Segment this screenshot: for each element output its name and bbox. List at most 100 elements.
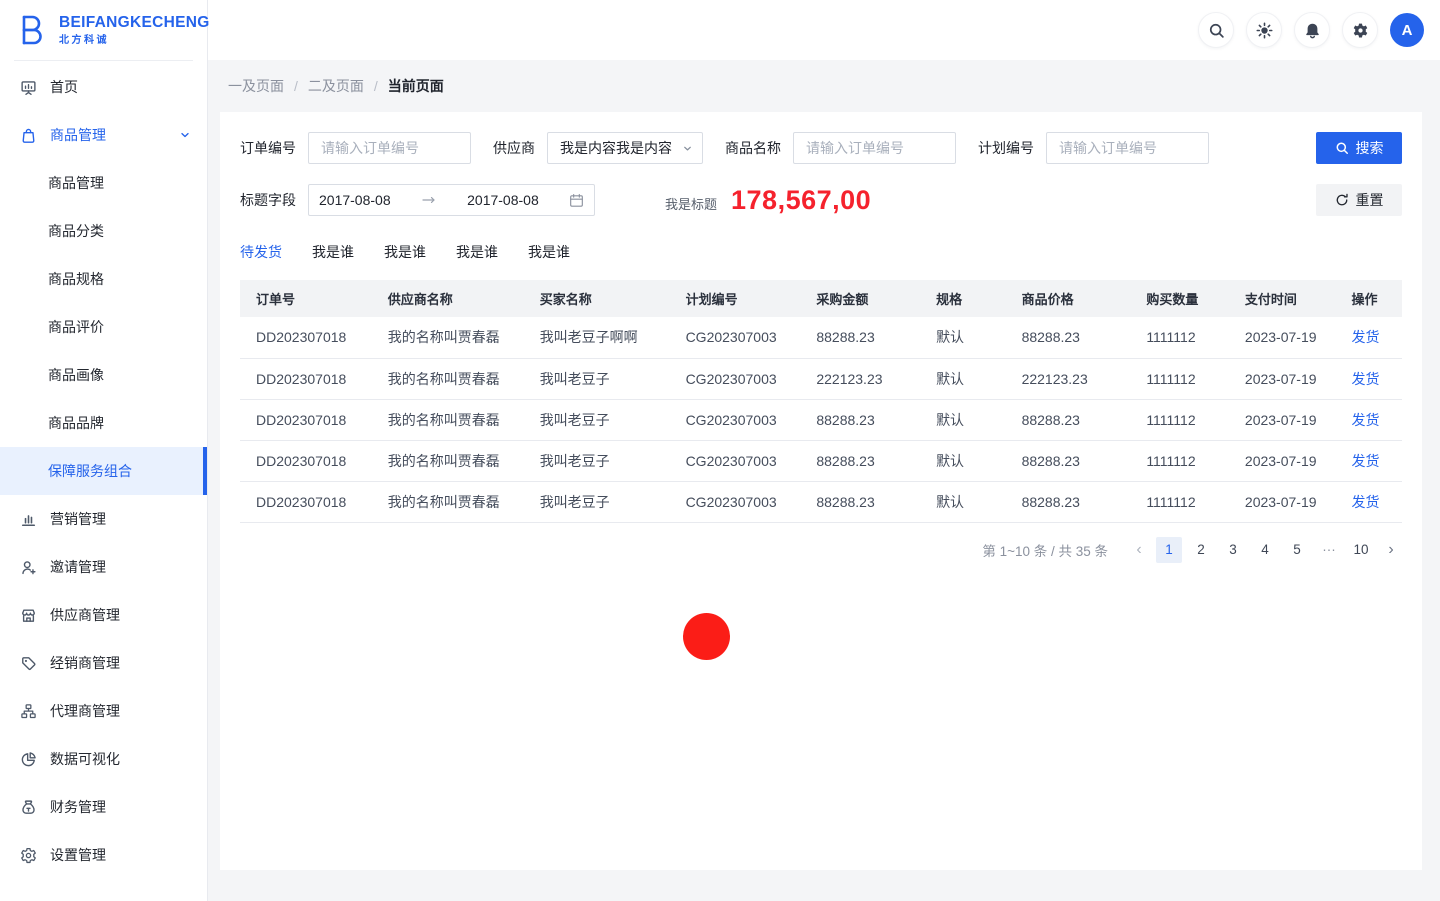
tab-4[interactable]: 我是谁 [528, 242, 570, 262]
plan-no-input[interactable] [1046, 132, 1209, 164]
sidebar-subitem-4[interactable]: 商品画像 [0, 351, 207, 399]
reset-button[interactable]: 重置 [1316, 184, 1402, 216]
sidebar-item-dealers[interactable]: 经销商管理 [0, 639, 207, 687]
supplier-filter: 供应商 我是内容我是内容 [493, 132, 703, 164]
page-1[interactable]: 1 [1156, 537, 1182, 563]
sidebar-subitem-6[interactable]: 保障服务组合 [0, 447, 207, 495]
sidebar-item-suppliers[interactable]: 供应商管理 [0, 591, 207, 639]
supplier-label: 供应商 [493, 138, 535, 158]
settings-button[interactable] [1342, 12, 1378, 48]
pagination-prev-button[interactable]: ‹ [1128, 537, 1150, 563]
ship-action-link[interactable]: 发货 [1352, 329, 1380, 345]
theme-toggle-button[interactable] [1246, 12, 1282, 48]
sidebar-item-label: 邀请管理 [50, 557, 106, 577]
stat-block: 我是标题 178,567,00 [665, 185, 871, 216]
gear-icon [1352, 22, 1369, 39]
supplier-select[interactable]: 我是内容我是内容 [547, 132, 703, 164]
filter-row-2: 标题字段 2017-08-08 2017-08-08 我是标题 17 [240, 184, 1402, 216]
table-cell: 默认 [920, 399, 1006, 440]
ship-action-link[interactable]: 发货 [1352, 412, 1380, 428]
date-range-picker[interactable]: 2017-08-08 2017-08-08 [308, 184, 595, 216]
sidebar-item-settings[interactable]: 设置管理 [0, 831, 207, 879]
ship-action-link[interactable]: 发货 [1352, 453, 1380, 469]
page-3[interactable]: 3 [1220, 537, 1246, 563]
dashboard-icon [20, 79, 37, 96]
search-icon [1208, 22, 1225, 39]
sidebar-subitem-3[interactable]: 商品评价 [0, 303, 207, 351]
table-cell-action: 发货 [1336, 358, 1402, 399]
plan-no-filter: 计划编号 [978, 132, 1209, 164]
page-5[interactable]: 5 [1284, 537, 1310, 563]
main-area: A 一及页面 / 二及页面 / 当前页面 订单编号 供应商 我是内容我是内容 [208, 0, 1440, 901]
gear-icon [20, 847, 37, 864]
order-no-input[interactable] [308, 132, 471, 164]
sidebar-item-agents[interactable]: 代理商管理 [0, 687, 207, 735]
sidebar-item-products[interactable]: 商品管理 [0, 111, 207, 159]
table-cell: 2023-07-19 [1229, 317, 1336, 358]
sidebar-item-finance[interactable]: 财务管理 [0, 783, 207, 831]
product-name-label: 商品名称 [725, 138, 781, 158]
tab-2[interactable]: 我是谁 [384, 242, 426, 262]
app-window: BEIFANGKECHENG 北方科诚 首页 商品 [0, 0, 1440, 901]
ship-action-link[interactable]: 发货 [1352, 371, 1380, 387]
table-row-1: DD202307018我的名称叫贾春磊我叫老豆子CG20230700322212… [240, 358, 1402, 399]
pagination-next-button[interactable]: › [1380, 537, 1402, 563]
table-cell: 我叫老豆子 [524, 440, 670, 481]
breadcrumb-level2[interactable]: 二及页面 [308, 76, 364, 96]
table-cell: DD202307018 [240, 399, 372, 440]
table-cell: 我的名称叫贾春磊 [372, 317, 524, 358]
sidebar-subitem-0[interactable]: 商品管理 [0, 159, 207, 207]
notifications-button[interactable] [1294, 12, 1330, 48]
sidebar-subitem-2[interactable]: 商品规格 [0, 255, 207, 303]
sidebar-item-data-viz[interactable]: 数据可视化 [0, 735, 207, 783]
tab-0[interactable]: 待发货 [240, 242, 282, 262]
table-cell: 88288.23 [800, 440, 920, 481]
stat-value: 178,567,00 [731, 185, 871, 216]
breadcrumb: 一及页面 / 二及页面 / 当前页面 [208, 60, 1440, 112]
tabs: 待发货 我是谁 我是谁 我是谁 我是谁 [240, 242, 1402, 262]
arrow-right-icon [421, 195, 437, 205]
table-cell: 2023-07-19 [1229, 358, 1336, 399]
sidebar-item-home[interactable]: 首页 [0, 63, 207, 111]
sidebar-subitem-1[interactable]: 商品分类 [0, 207, 207, 255]
table-cell: DD202307018 [240, 358, 372, 399]
sidebar-item-label: 商品管理 [50, 125, 106, 145]
sidebar-item-marketing[interactable]: 营销管理 [0, 495, 207, 543]
page-10[interactable]: 10 [1348, 537, 1374, 563]
tab-3[interactable]: 我是谁 [456, 242, 498, 262]
ship-action-link[interactable]: 发货 [1352, 494, 1380, 510]
pagination: 第 1~10 条 / 共 35 条 ‹ 12345···10 › [240, 537, 1402, 563]
sidebar-subitem-label: 商品规格 [48, 269, 104, 289]
search-icon [1335, 141, 1349, 155]
sidebar: BEIFANGKECHENG 北方科诚 首页 商品 [0, 0, 208, 901]
column-header: 商品价格 [1006, 280, 1131, 317]
search-button[interactable] [1198, 12, 1234, 48]
brand-logo[interactable]: BEIFANGKECHENG 北方科诚 [0, 0, 207, 60]
avatar[interactable]: A [1390, 13, 1424, 47]
column-header: 购买数量 [1130, 280, 1229, 317]
sidebar-subitem-label: 商品管理 [48, 173, 104, 193]
table-cell: 222123.23 [1006, 358, 1131, 399]
sidebar-item-label: 营销管理 [50, 509, 106, 529]
sidebar-item-invites[interactable]: 邀请管理 [0, 543, 207, 591]
product-name-input[interactable] [793, 132, 956, 164]
table-cell: 88288.23 [800, 481, 920, 522]
table-cell: 我叫老豆子 [524, 481, 670, 522]
breadcrumb-level1[interactable]: 一及页面 [228, 76, 284, 96]
table-cell: 默认 [920, 440, 1006, 481]
column-header: 操作 [1336, 280, 1402, 317]
red-loading-dot [683, 613, 730, 660]
tab-1[interactable]: 我是谁 [312, 242, 354, 262]
page-2[interactable]: 2 [1188, 537, 1214, 563]
page-4[interactable]: 4 [1252, 537, 1278, 563]
table-cell: 222123.23 [800, 358, 920, 399]
orders-table: 订单号 供应商名称 买家名称 计划编号 采购金额 规格 商品价格 购买数量 支付… [240, 280, 1402, 523]
table-cell: CG202307003 [670, 399, 801, 440]
pagination-pages: 12345···10 [1156, 537, 1374, 563]
money-bag-icon [20, 799, 37, 816]
table-cell: 我的名称叫贾春磊 [372, 399, 524, 440]
sidebar-subitem-5[interactable]: 商品品牌 [0, 399, 207, 447]
filter-row-1: 订单编号 供应商 我是内容我是内容 商品名称 [240, 132, 1402, 164]
search-submit-button[interactable]: 搜索 [1316, 132, 1402, 164]
sidebar-menu: 首页 商品管理 商品管理商品分类商品规格商品评价商品画像商品品牌保障服务组合 [0, 61, 207, 879]
